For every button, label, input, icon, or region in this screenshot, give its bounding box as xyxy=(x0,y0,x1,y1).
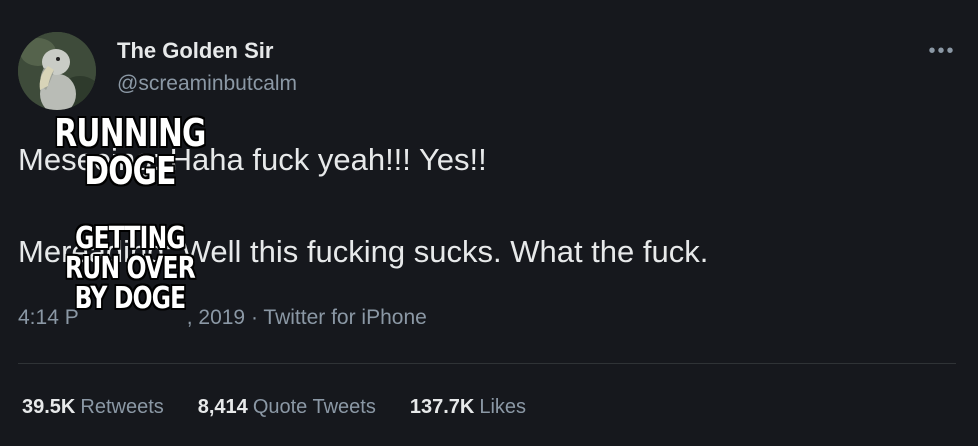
tweet-text-rest: : Well this fucking sucks. What the fuck… xyxy=(164,234,709,269)
caption-line: GETTING xyxy=(75,221,185,256)
tweet-text-prefix: Me xyxy=(18,234,62,269)
stat-count: 8,414 xyxy=(197,396,248,418)
divider xyxy=(18,363,956,364)
stat-count: 39.5K xyxy=(22,396,76,418)
more-options-icon: ••• xyxy=(928,39,956,62)
meta-separator: · xyxy=(245,306,264,329)
tweet-card: The Golden Sir @screaminbutcalm ••• Me s… xyxy=(0,0,978,446)
display-name[interactable]: The Golden Sir xyxy=(117,38,273,64)
engagement-stats: 39.5K Retweets 8,414 Quote Tweets 137.7K Li… xyxy=(22,396,526,419)
shoebill-bird-avatar-icon xyxy=(18,32,96,110)
tweet-source-link[interactable]: Twitter for iPhone xyxy=(263,306,426,329)
more-options-button[interactable]: ••• xyxy=(924,36,960,66)
avatar[interactable] xyxy=(18,32,96,110)
stat-label: Retweets xyxy=(80,396,164,418)
caption-line: RUN OVER xyxy=(65,251,196,286)
stat-count: 137.7K xyxy=(409,396,475,418)
user-handle[interactable]: @screaminbutcalm xyxy=(117,72,297,96)
retweets-stat[interactable]: 39.5K Retweets xyxy=(22,396,164,419)
caption-line: BY DOGE xyxy=(74,281,186,316)
meme-caption-top: RUNNING DOGE xyxy=(52,114,208,190)
caption-line: DOGE xyxy=(84,149,176,193)
likes-stat[interactable]: 137.7K Likes xyxy=(410,396,526,419)
quote-tweets-stat[interactable]: 8,414 Quote Tweets xyxy=(198,396,376,419)
stat-label: Quote Tweets xyxy=(252,396,376,418)
meme-caption-bottom: GETTING RUN OVER BY DOGE xyxy=(60,224,200,314)
caption-line: RUNNING xyxy=(54,111,206,155)
stat-label: Likes xyxy=(479,396,527,418)
